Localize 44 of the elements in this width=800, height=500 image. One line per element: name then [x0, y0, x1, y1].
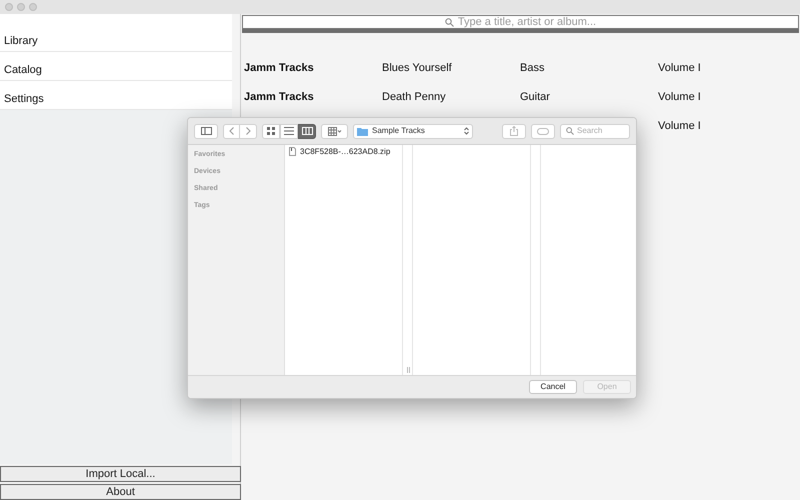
- table-cell: Jamm Tracks: [244, 62, 314, 74]
- cancel-button[interactable]: Cancel: [529, 380, 577, 394]
- columns-icon: [302, 126, 312, 136]
- share-button[interactable]: [502, 124, 526, 138]
- search-placeholder: Search: [577, 125, 602, 137]
- location-popup[interactable]: Sample Tracks: [353, 124, 473, 138]
- table-cell: Death Penny: [382, 91, 446, 103]
- chevron-left-icon: [229, 127, 234, 135]
- search-icon: [444, 18, 454, 26]
- file-icon: [289, 147, 296, 156]
- list-icon: [284, 126, 294, 136]
- forward-button[interactable]: [240, 124, 257, 138]
- location-label: Sample Tracks: [372, 125, 426, 137]
- folder-icon: [357, 126, 368, 136]
- sidebar-icon: [200, 127, 212, 135]
- table-cell: Blues Yourself: [382, 62, 452, 74]
- stepper-icon: [464, 127, 469, 135]
- share-icon: [510, 126, 518, 136]
- table-cell: Volume I: [658, 62, 701, 74]
- file-name[interactable]: 3C8F528B-…623AD8.zip: [300, 146, 390, 158]
- minimize-icon[interactable]: [17, 3, 25, 11]
- sidebar-item[interactable]: Catalog: [0, 52, 232, 81]
- table-cell: Jamm Tracks: [244, 91, 314, 103]
- view-mode-button[interactable]: [298, 124, 316, 138]
- tag-icon: [537, 128, 549, 134]
- sidebar-item[interactable]: Library: [0, 23, 232, 52]
- resize-handle-icon[interactable]: [407, 367, 410, 373]
- import-button[interactable]: Import Local...: [0, 466, 241, 482]
- sidebar-toggle-button[interactable]: [194, 124, 218, 138]
- search-placeholder: Type a title, artist or album...: [458, 14, 596, 30]
- chevron-right-icon: [246, 127, 250, 135]
- arrange-icon: [328, 126, 342, 136]
- zoom-icon[interactable]: [29, 3, 37, 11]
- table-cell: Guitar: [520, 91, 550, 103]
- table-cell: Volume I: [658, 120, 701, 132]
- table-cell: Bass: [520, 62, 544, 74]
- close-icon[interactable]: [5, 3, 13, 11]
- arrange-button[interactable]: [321, 124, 348, 138]
- grid-icon: [266, 126, 276, 136]
- tag-button[interactable]: [531, 124, 555, 138]
- about-button[interactable]: About: [0, 484, 241, 500]
- search-icon: [566, 127, 574, 135]
- table-cell: Volume I: [658, 91, 701, 103]
- back-button[interactable]: [223, 124, 240, 138]
